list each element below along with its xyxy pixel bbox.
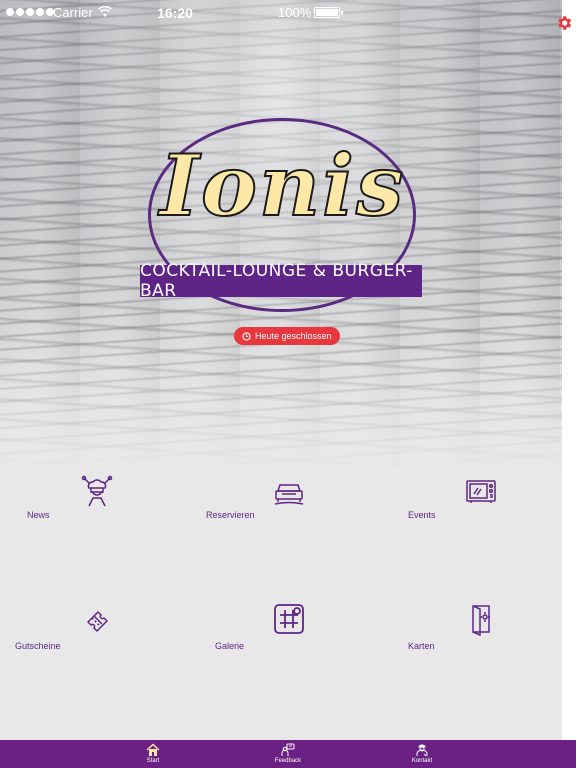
tab-label: Start xyxy=(146,758,160,764)
status-bar: Carrier 16:20 100% xyxy=(0,0,576,26)
contact-person-icon xyxy=(416,744,428,757)
menu-tile-label: Reservieren xyxy=(206,510,255,520)
menu-tile-news[interactable]: News xyxy=(0,470,190,590)
menu-tile-label: News xyxy=(27,510,50,520)
bottom-tab-bar: Start Feedback Kontakt xyxy=(0,740,576,768)
menu-tile-galerie[interactable]: Galerie xyxy=(190,600,380,720)
home-icon xyxy=(146,743,160,756)
menu-tile-label: Galerie xyxy=(215,641,245,651)
brand-logo: Ionis COCKTAIL-LOUNGE & BURGER-BAR xyxy=(140,118,425,328)
tab-start[interactable]: Start xyxy=(123,743,183,764)
menu-tile-label: Gutscheine xyxy=(15,641,61,651)
feedback-icon xyxy=(281,743,295,756)
menu-tile-reservieren[interactable]: Reservieren xyxy=(190,470,380,590)
menu-tile-karten[interactable]: Karten xyxy=(380,600,562,720)
clock-icon xyxy=(242,331,251,341)
battery-percent: 100% xyxy=(278,5,312,20)
tv-screen-icon xyxy=(466,480,496,503)
menu-tile-label: Events xyxy=(408,510,436,520)
menu-tile-gutscheine[interactable]: Gutscheine xyxy=(0,600,190,720)
tab-label: Feedback xyxy=(274,758,302,764)
reserved-table-icon xyxy=(274,484,304,505)
menu-tile-label: Karten xyxy=(408,641,435,651)
logo-banner: COCKTAIL-LOUNGE & BURGER-BAR xyxy=(140,261,422,301)
tab-label: Kontakt xyxy=(411,758,433,764)
hero-fade xyxy=(0,330,562,470)
chef-icon xyxy=(81,475,113,507)
logo-wordmark: Ionis xyxy=(159,135,406,236)
tab-feedback[interactable]: Feedback xyxy=(258,743,318,764)
battery-icon xyxy=(314,7,343,18)
tab-kontakt[interactable]: Kontakt xyxy=(392,743,452,764)
menu-tile-events[interactable]: Events xyxy=(380,470,562,590)
gear-icon[interactable] xyxy=(555,14,573,32)
ticket-icon xyxy=(86,610,109,633)
menu-card-icon xyxy=(472,605,490,636)
opening-status-label: Heute geschlossen xyxy=(255,331,332,341)
gallery-grid-icon xyxy=(274,604,304,634)
right-edge-strip xyxy=(562,0,576,740)
opening-status-badge: Heute geschlossen xyxy=(234,327,340,345)
